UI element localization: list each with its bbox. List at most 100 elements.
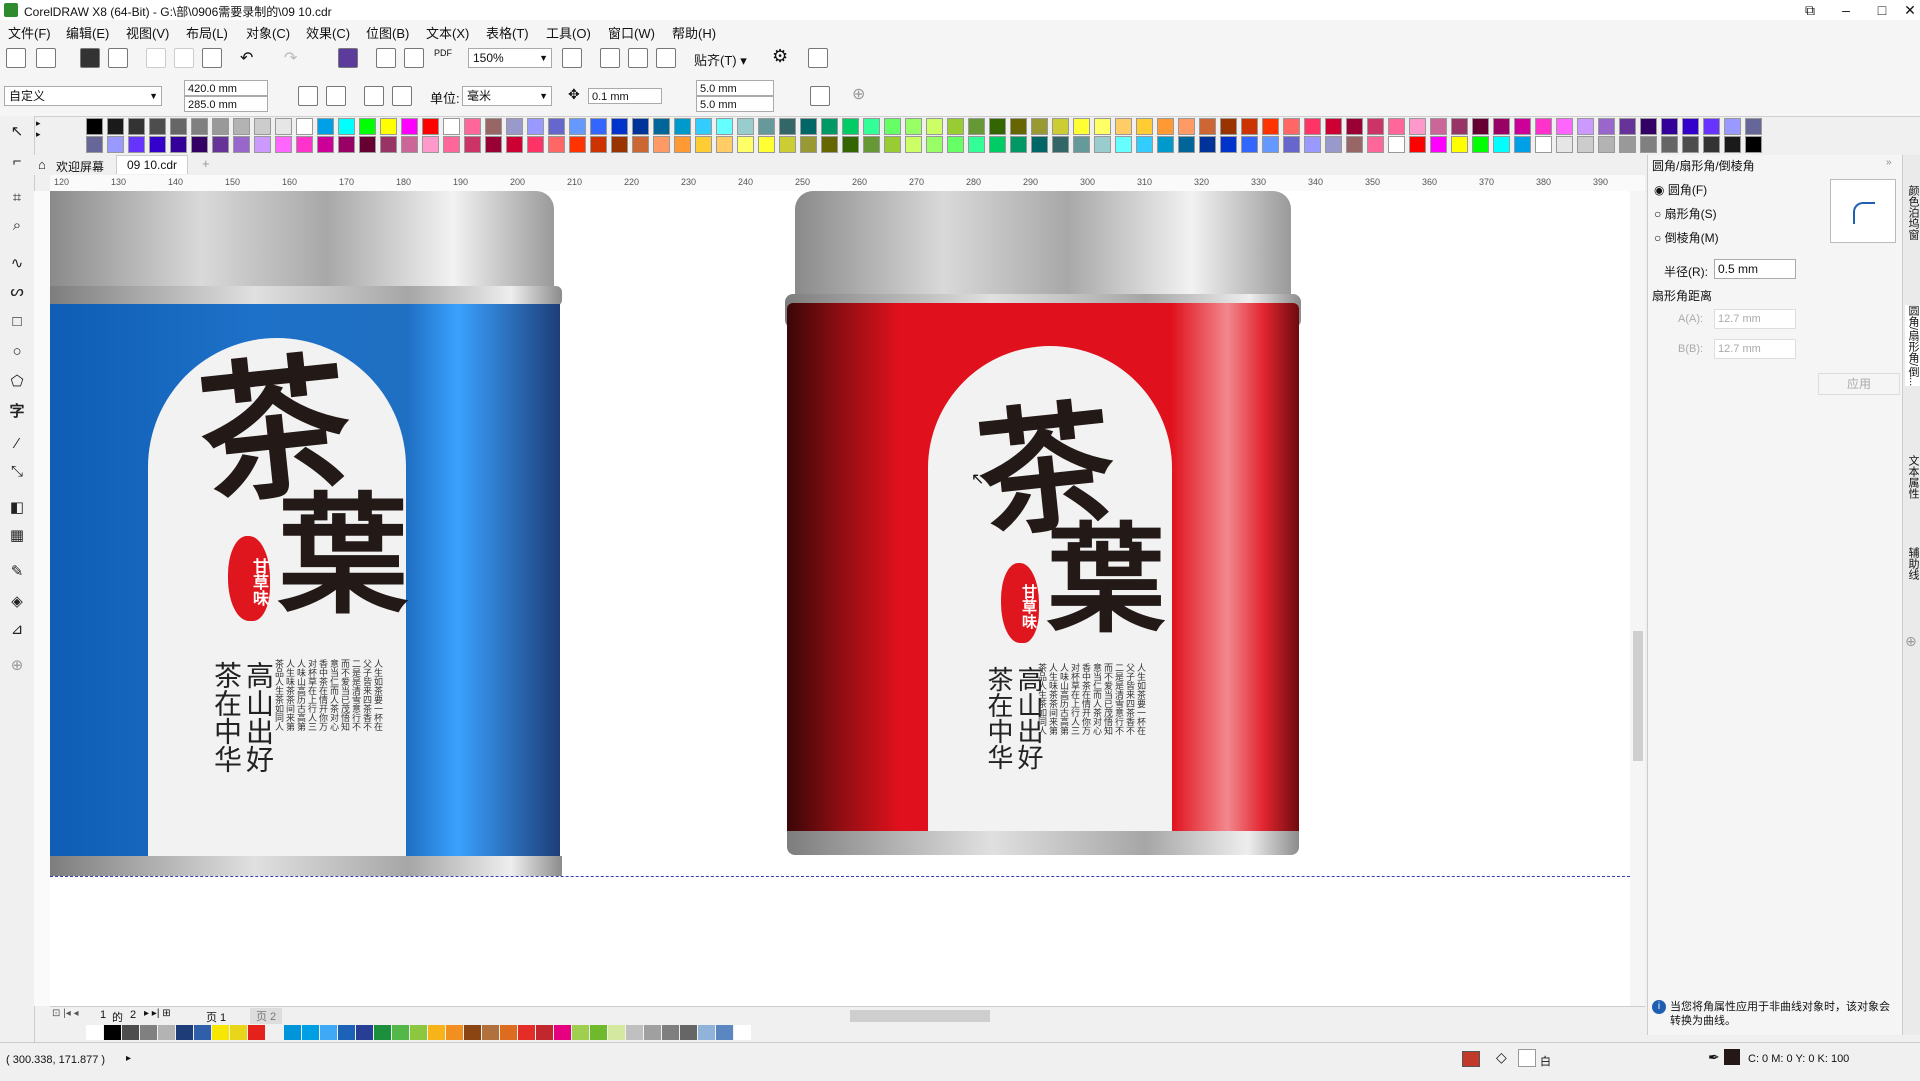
palette-swatch[interactable] [1262, 136, 1279, 153]
rulers-icon[interactable] [600, 48, 620, 68]
document-palette-swatch[interactable] [554, 1025, 571, 1040]
ellipse-tool-icon[interactable]: ○ [7, 342, 27, 362]
nudge-distance-field[interactable]: 0.1 mm [588, 88, 662, 104]
palette-swatch[interactable] [1577, 136, 1594, 153]
palette-swatch[interactable] [1157, 136, 1174, 153]
palette-arrows[interactable]: ▸ ▸ [36, 118, 50, 152]
palette-swatch[interactable] [1052, 118, 1069, 135]
vertical-scroll-thumb[interactable] [1633, 631, 1643, 761]
document-palette-swatch[interactable] [572, 1025, 589, 1040]
palette-swatch[interactable] [485, 118, 502, 135]
palette-swatch[interactable] [296, 136, 313, 153]
pen-outline-icon[interactable]: ✒ [1708, 1049, 1720, 1066]
document-palette-swatch[interactable] [518, 1025, 535, 1040]
distance-b-input[interactable]: 12.7 mm [1714, 339, 1796, 359]
palette-swatch[interactable] [1199, 118, 1216, 135]
document-palette-swatch[interactable] [644, 1025, 661, 1040]
palette-swatch[interactable] [1241, 118, 1258, 135]
palette-swatch[interactable] [254, 136, 271, 153]
palette-swatch[interactable] [1262, 118, 1279, 135]
new-document-icon[interactable] [6, 48, 26, 68]
palette-swatch[interactable] [863, 136, 880, 153]
units-combo[interactable]: 毫米 ▼ [462, 86, 552, 106]
palette-swatch[interactable] [1367, 118, 1384, 135]
options-gear-icon[interactable]: ⚙ [772, 46, 788, 67]
radio-scallop[interactable]: ○ 扇形角(S) [1654, 205, 1717, 222]
menu-file[interactable]: 文件(F) [8, 23, 51, 42]
palette-swatch[interactable] [1514, 136, 1531, 153]
palette-swatch[interactable] [968, 118, 985, 135]
drop-shadow-icon[interactable]: ◧ [7, 498, 27, 518]
palette-swatch[interactable] [1409, 118, 1426, 135]
document-palette-swatch[interactable] [212, 1025, 229, 1040]
side-tab-fillet[interactable]: 圆角/扇形角/倒... [1905, 305, 1920, 387]
document-palette-swatch[interactable] [662, 1025, 679, 1040]
palette-swatch[interactable] [1535, 136, 1552, 153]
menu-view[interactable]: 视图(V) [126, 23, 169, 42]
palette-swatch[interactable] [1430, 136, 1447, 153]
palette-swatch[interactable] [926, 136, 943, 153]
palette-swatch[interactable] [1577, 118, 1594, 135]
drawing-canvas[interactable]: 茶 葉 甘草味 高山出好 茶在中华 人生如茶要一杯在 父子皆来四茶香不 二是是清雪意… [50, 191, 1645, 1006]
palette-swatch[interactable] [1493, 118, 1510, 135]
document-palette-swatch[interactable] [176, 1025, 193, 1040]
import-icon[interactable] [376, 48, 396, 68]
palette-swatch[interactable] [863, 118, 880, 135]
document-palette-swatch[interactable] [716, 1025, 733, 1040]
palette-swatch[interactable] [1514, 118, 1531, 135]
add-icon[interactable]: ⊕ [852, 84, 865, 104]
radio-scallop-dot[interactable]: ○ [1654, 207, 1661, 221]
rectangle-tool-icon[interactable]: □ [7, 312, 27, 332]
document-palette-swatch[interactable] [86, 1025, 103, 1040]
status-arrow-icon[interactable]: ▸ [126, 1053, 131, 1064]
palette-swatch[interactable] [317, 118, 334, 135]
palette-swatch[interactable] [485, 136, 502, 153]
palette-swatch[interactable] [716, 136, 733, 153]
palette-swatch[interactable] [758, 118, 775, 135]
palette-swatch[interactable] [569, 118, 586, 135]
document-palette-swatch[interactable] [266, 1025, 283, 1040]
palette-swatch[interactable] [1157, 118, 1174, 135]
palette-swatch[interactable] [905, 136, 922, 153]
palette-swatch[interactable] [401, 136, 418, 153]
document-palette-swatch[interactable] [464, 1025, 481, 1040]
document-palette-swatch[interactable] [698, 1025, 715, 1040]
interactive-fill-icon[interactable]: ◈ [7, 592, 27, 612]
palette-swatch[interactable] [170, 118, 187, 135]
palette-swatch[interactable] [737, 136, 754, 153]
palette-swatch[interactable] [590, 118, 607, 135]
blue-tea-can[interactable]: 茶 葉 甘草味 高山出好 茶在中华 人生如茶要一杯在 父子皆来四茶香不 二是是清雪意… [50, 191, 562, 876]
crop-tool-icon[interactable]: ⌗ [7, 188, 27, 208]
palette-swatch[interactable] [1745, 118, 1762, 135]
palette-swatch[interactable] [548, 118, 565, 135]
palette-swatch[interactable] [884, 136, 901, 153]
palette-swatch[interactable] [212, 136, 229, 153]
document-palette-swatch[interactable] [626, 1025, 643, 1040]
palette-swatch[interactable] [128, 118, 145, 135]
menu-help[interactable]: 帮助(H) [672, 23, 716, 42]
palette-swatch[interactable] [653, 136, 670, 153]
all-pages-icon[interactable] [364, 86, 384, 106]
connector-tool-icon[interactable]: ⤡ [7, 462, 27, 482]
grid-icon[interactable] [628, 48, 648, 68]
eyedropper-icon[interactable]: ✎ [7, 562, 27, 582]
document-palette-swatch[interactable] [608, 1025, 625, 1040]
palette-swatch[interactable] [359, 136, 376, 153]
document-palette-swatch[interactable] [356, 1025, 373, 1040]
palette-swatch[interactable] [674, 118, 691, 135]
palette-swatch[interactable] [695, 136, 712, 153]
document-palette-swatch[interactable] [104, 1025, 121, 1040]
palette-swatch[interactable] [926, 118, 943, 135]
palette-swatch[interactable] [1031, 118, 1048, 135]
smart-fill-icon[interactable]: ⊿ [7, 620, 27, 640]
document-palette-swatch[interactable] [374, 1025, 391, 1040]
palette-swatch[interactable] [443, 136, 460, 153]
palette-swatch[interactable] [674, 136, 691, 153]
menu-table[interactable]: 表格(T) [486, 23, 529, 42]
palette-swatch[interactable] [422, 118, 439, 135]
document-palette-swatch[interactable] [122, 1025, 139, 1040]
palette-swatch[interactable] [317, 136, 334, 153]
menu-tools[interactable]: 工具(O) [546, 23, 591, 42]
menu-window[interactable]: 窗口(W) [608, 23, 655, 42]
radius-input[interactable]: 0.5 mm [1714, 259, 1796, 279]
